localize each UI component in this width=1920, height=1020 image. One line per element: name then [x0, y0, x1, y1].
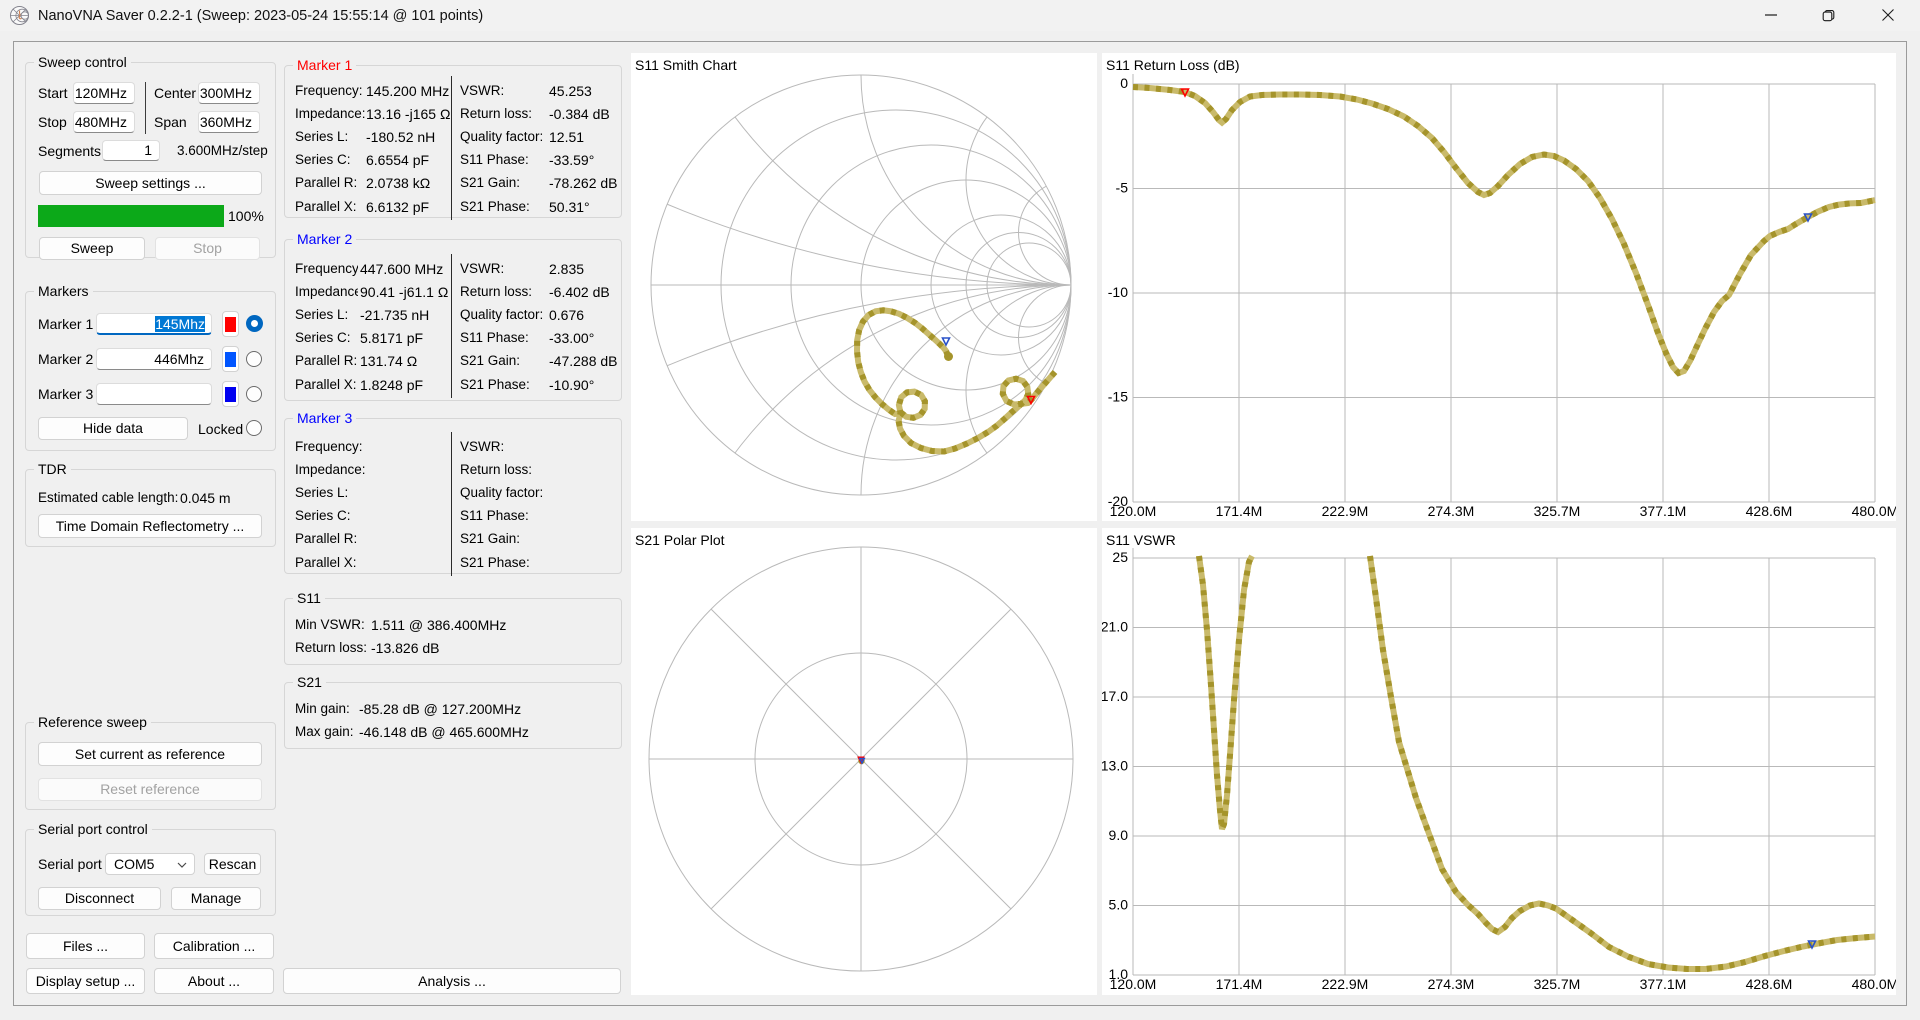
- svg-text:9.0: 9.0: [1109, 827, 1129, 843]
- svg-text:5.0: 5.0: [1109, 897, 1129, 913]
- svg-text:13.0: 13.0: [1101, 758, 1128, 774]
- svg-text:480.0M: 480.0M: [1852, 503, 1899, 519]
- svg-text:171.4M: 171.4M: [1216, 976, 1263, 992]
- svg-text:21.0: 21.0: [1101, 619, 1128, 635]
- svg-text:25: 25: [1112, 549, 1128, 565]
- svg-text:S21 Polar Plot: S21 Polar Plot: [635, 532, 725, 548]
- svg-text:325.7M: 325.7M: [1534, 976, 1581, 992]
- svg-text:S11 Smith Chart: S11 Smith Chart: [635, 57, 737, 73]
- svg-text:0: 0: [1120, 75, 1128, 91]
- svg-text:-10: -10: [1108, 284, 1128, 300]
- svg-text:274.3M: 274.3M: [1428, 976, 1475, 992]
- svg-text:222.9M: 222.9M: [1322, 503, 1369, 519]
- svg-text:17.0: 17.0: [1101, 688, 1128, 704]
- svg-text:S11 Return Loss (dB): S11 Return Loss (dB): [1106, 57, 1240, 73]
- svg-text:171.4M: 171.4M: [1216, 503, 1263, 519]
- svg-text:428.6M: 428.6M: [1746, 503, 1793, 519]
- svg-text:377.1M: 377.1M: [1640, 503, 1687, 519]
- svg-text:480.0M: 480.0M: [1852, 976, 1899, 992]
- svg-text:120.0M: 120.0M: [1110, 503, 1157, 519]
- svg-text:120.0M: 120.0M: [1110, 976, 1157, 992]
- svg-text:377.1M: 377.1M: [1640, 976, 1687, 992]
- svg-text:325.7M: 325.7M: [1534, 503, 1581, 519]
- svg-text:-5: -5: [1116, 180, 1129, 196]
- svg-text:428.6M: 428.6M: [1746, 976, 1793, 992]
- svg-text:274.3M: 274.3M: [1428, 503, 1475, 519]
- svg-text:S11 VSWR: S11 VSWR: [1106, 532, 1176, 548]
- svg-text:-15: -15: [1108, 389, 1128, 405]
- svg-text:222.9M: 222.9M: [1322, 976, 1369, 992]
